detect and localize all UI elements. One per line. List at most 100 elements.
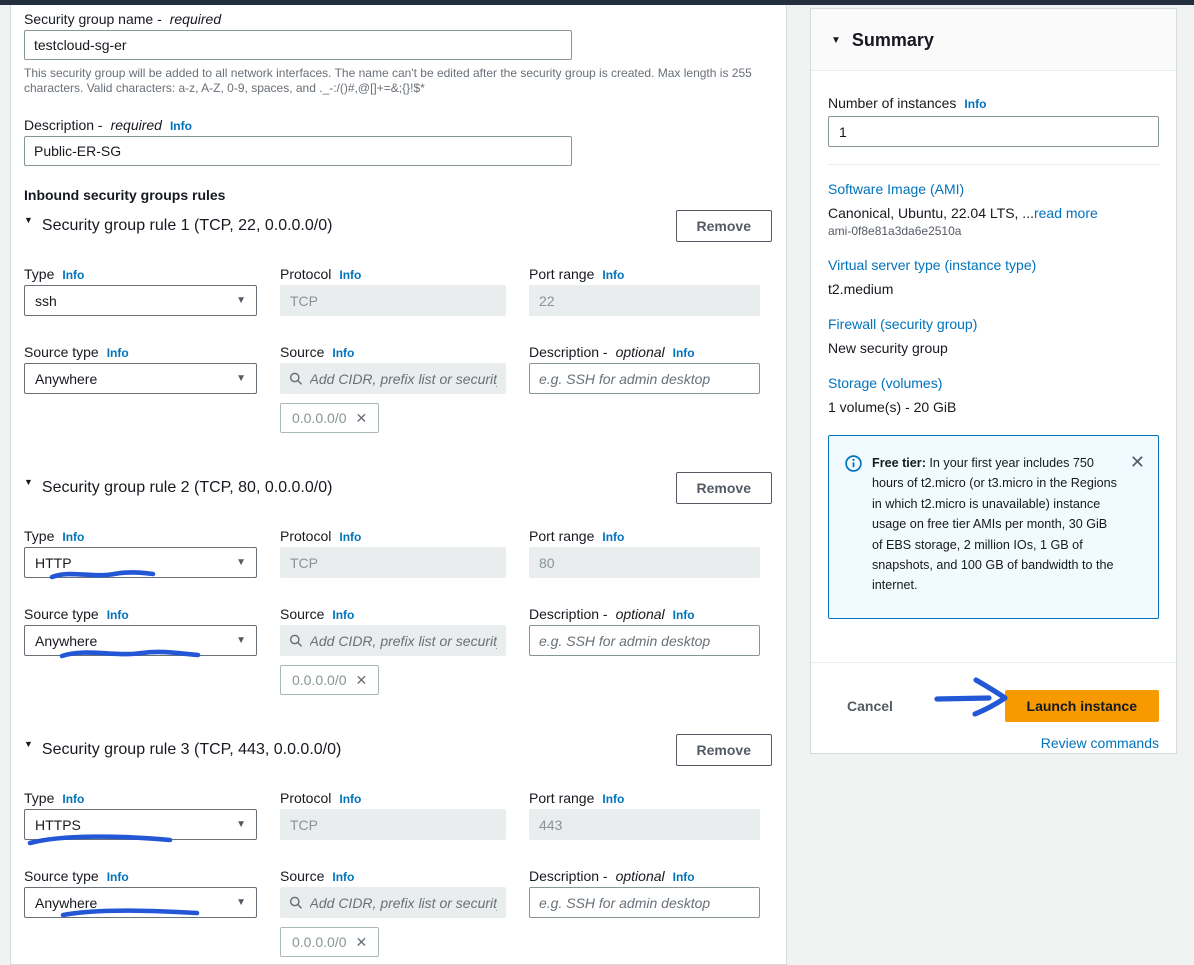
rule-1-source-type-select[interactable]: Anywhere ▼ (24, 363, 257, 394)
rule-2-source-type-value: Anywhere (35, 633, 97, 649)
source-info-link[interactable]: Info (332, 608, 354, 622)
rule-2-type-value: HTTP (35, 555, 72, 571)
rule-description-info-link[interactable]: Info (673, 346, 695, 360)
cidr-chip: 0.0.0.0/0 ✕ (280, 927, 379, 957)
rule-1-collapse-toggle[interactable]: ▼ Security group rule 1 (TCP, 22, 0.0.0.… (24, 217, 332, 235)
rule-2-type-select[interactable]: HTTP ▼ (24, 547, 257, 578)
rule-1-source-search[interactable] (280, 363, 506, 394)
software-image-link[interactable]: Software Image (AMI) (828, 181, 964, 197)
rule-1-description-input[interactable] (529, 363, 760, 394)
protocol-info-link[interactable]: Info (339, 792, 361, 806)
free-tier-bold-label: Free tier: (872, 456, 926, 470)
port-range-info-link[interactable]: Info (602, 792, 624, 806)
sg-name-label: Security group name - (24, 9, 162, 29)
review-commands-link[interactable]: Review commands (1041, 735, 1159, 751)
storage-value: 1 volume(s) - 20 GiB (828, 399, 1159, 415)
type-info-link[interactable]: Info (62, 268, 84, 282)
sg-name-input[interactable] (24, 30, 572, 60)
rule-3-source-search[interactable] (280, 887, 506, 918)
description-info-link[interactable]: Info (170, 119, 192, 133)
free-tier-text: Free tier: In your first year includes 7… (872, 453, 1120, 603)
rule-1-source-input[interactable] (310, 371, 497, 387)
source-type-info-link[interactable]: Info (107, 346, 129, 360)
type-info-link[interactable]: Info (62, 530, 84, 544)
source-type-label: Source type (24, 866, 99, 886)
rule-3-description-input[interactable] (529, 887, 760, 918)
port-range-info-link[interactable]: Info (602, 530, 624, 544)
protocol-info-link[interactable]: Info (339, 530, 361, 544)
rule-description-optional-label: optional (616, 604, 665, 624)
remove-cidr-icon[interactable]: ✕ (356, 672, 368, 689)
rule-description-info-link[interactable]: Info (673, 608, 695, 622)
rule-2-description-input[interactable] (529, 625, 760, 656)
source-type-label: Source type (24, 342, 99, 362)
rule-3-collapse-toggle[interactable]: ▼ Security group rule 3 (TCP, 443, 0.0.0… (24, 741, 341, 759)
cancel-button[interactable]: Cancel (847, 698, 893, 714)
source-info-link[interactable]: Info (332, 870, 354, 884)
rule-description-optional-label: optional (616, 342, 665, 362)
rule-description-info-link[interactable]: Info (673, 870, 695, 884)
launch-instance-button[interactable]: Launch instance (1005, 690, 1159, 722)
search-icon (289, 371, 303, 386)
rule-3-protocol-input (280, 809, 506, 840)
rule-description-optional-label: optional (616, 866, 665, 886)
cidr-chip: 0.0.0.0/0✕ (280, 403, 379, 433)
rule-3-type-select[interactable]: HTTPS ▼ (24, 809, 257, 840)
security-group-rule-1: ▼ Security group rule 1 (TCP, 22, 0.0.0.… (24, 210, 772, 433)
rule-2-source-input[interactable] (310, 633, 497, 649)
number-of-instances-label: Number of instances (828, 93, 956, 113)
rule-1-source-type-value: Anywhere (35, 371, 97, 387)
instance-type-link[interactable]: Virtual server type (instance type) (828, 257, 1036, 273)
ami-description: Canonical, Ubuntu, 22.04 LTS, ... (828, 205, 1034, 221)
rule-1-protocol-input (280, 285, 506, 316)
rule-2-source-search[interactable] (280, 625, 506, 656)
sg-name-required-label: required (170, 9, 221, 29)
chevron-down-icon: ▼ (236, 635, 246, 646)
instances-info-link[interactable]: Info (964, 97, 986, 111)
source-label: Source (280, 604, 324, 624)
cidr-chip-value: 0.0.0.0/0 (292, 934, 347, 950)
port-range-label: Port range (529, 788, 594, 808)
type-label: Type (24, 788, 54, 808)
source-type-label: Source type (24, 604, 99, 624)
firewall-link[interactable]: Firewall (security group) (828, 316, 977, 332)
remove-rule-3-button[interactable]: Remove (676, 734, 772, 766)
sg-description-input[interactable] (24, 136, 572, 166)
remove-rule-1-button[interactable]: Remove (676, 210, 772, 242)
rule-2-collapse-toggle[interactable]: ▼ Security group rule 2 (TCP, 80, 0.0.0.… (24, 479, 332, 497)
free-tier-body: In your first year includes 750 hours of… (872, 456, 1117, 592)
read-more-link[interactable]: read more (1034, 205, 1098, 221)
rule-2-source-type-select[interactable]: Anywhere ▼ (24, 625, 257, 656)
storage-link[interactable]: Storage (volumes) (828, 375, 942, 391)
remove-cidr-icon[interactable]: ✕ (356, 410, 368, 427)
source-label: Source (280, 342, 324, 362)
collapse-caret-icon: ▼ (24, 215, 33, 225)
protocol-info-link[interactable]: Info (339, 268, 361, 282)
type-label: Type (24, 526, 54, 546)
rule-2-port-input (529, 547, 760, 578)
description-label: Description - (24, 115, 103, 135)
remove-rule-2-button[interactable]: Remove (676, 472, 772, 504)
free-tier-info-box: Free tier: In your first year includes 7… (828, 435, 1159, 619)
rule-1-port-input (529, 285, 760, 316)
close-icon[interactable]: ✕ (1130, 453, 1145, 603)
rule-3-source-type-select[interactable]: Anywhere ▼ (24, 887, 257, 918)
port-range-info-link[interactable]: Info (602, 268, 624, 282)
divider (828, 164, 1159, 165)
rule-3-source-input[interactable] (310, 895, 497, 911)
summary-collapse-toggle[interactable]: ▼ Summary (811, 9, 1176, 71)
rule-1-type-select[interactable]: ssh ▼ (24, 285, 257, 316)
summary-panel: ▼ Summary Number of instances Info Softw… (810, 8, 1177, 754)
collapse-caret-icon: ▼ (24, 477, 33, 487)
source-type-info-link[interactable]: Info (107, 608, 129, 622)
rule-2-protocol-input (280, 547, 506, 578)
search-icon (289, 895, 303, 910)
number-of-instances-input[interactable] (828, 116, 1159, 147)
type-info-link[interactable]: Info (62, 792, 84, 806)
protocol-label: Protocol (280, 788, 331, 808)
info-icon (845, 455, 862, 472)
source-info-link[interactable]: Info (332, 346, 354, 360)
source-type-info-link[interactable]: Info (107, 870, 129, 884)
instance-type-value: t2.medium (828, 281, 1159, 297)
remove-cidr-icon[interactable]: ✕ (356, 934, 368, 951)
